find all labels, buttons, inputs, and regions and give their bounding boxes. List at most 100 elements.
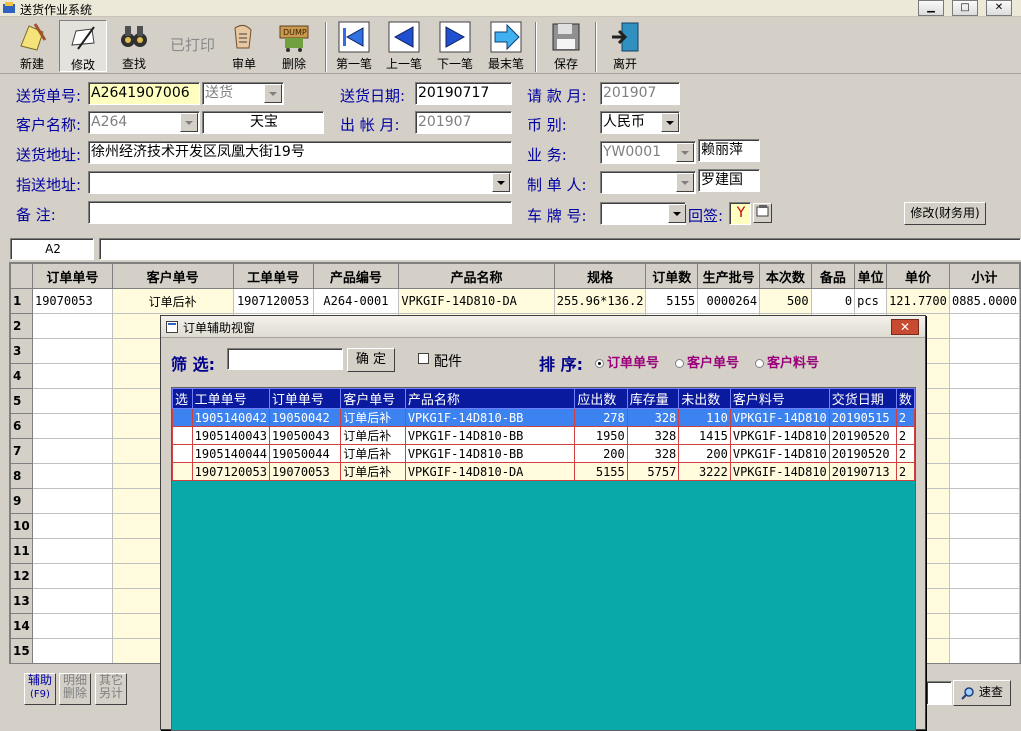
order-list-cell[interactable]: 19050044 bbox=[268, 444, 342, 463]
grid-cell[interactable]: 121.7700 bbox=[886, 288, 950, 314]
grid-cell[interactable]: 255.96*136.2 bbox=[553, 288, 647, 314]
quick-search-button[interactable]: 速查 bbox=[953, 680, 1011, 706]
grid-header-cell[interactable]: 本次数 bbox=[759, 263, 812, 289]
order-list-cell[interactable]: 19070053 bbox=[268, 462, 342, 481]
order-list-cell[interactable]: 20190515 bbox=[828, 408, 897, 427]
order-list-cell[interactable]: 1905140043 bbox=[191, 426, 270, 445]
order-list-cell[interactable]: VPKGIF-14D810 bbox=[729, 462, 830, 481]
maximize-button[interactable]: □ bbox=[952, 0, 978, 16]
grid-cell[interactable] bbox=[948, 613, 1020, 639]
prev-record-button[interactable]: 上一笔 bbox=[380, 20, 428, 72]
customer-dropdown[interactable] bbox=[180, 113, 198, 132]
grid-header-cell[interactable]: 产品编号 bbox=[312, 263, 400, 289]
grid-cell[interactable] bbox=[948, 338, 1020, 364]
order-list-header-cell[interactable]: 客户料号 bbox=[729, 388, 830, 409]
grid-cell[interactable]: 5155 bbox=[645, 288, 699, 314]
first-record-button[interactable]: 第一笔 bbox=[330, 20, 378, 72]
grid-header-cell[interactable]: 生产批号 bbox=[697, 263, 761, 289]
currency-dropdown[interactable] bbox=[661, 113, 679, 132]
exit-button[interactable]: 离开 bbox=[601, 20, 649, 72]
plate-dropdown[interactable] bbox=[668, 204, 686, 223]
order-list-cell[interactable]: 2 bbox=[895, 462, 915, 481]
receipt-lookup-button[interactable] bbox=[753, 203, 772, 223]
grid-cell[interactable] bbox=[31, 538, 113, 564]
grid-header-cell[interactable]: 规格 bbox=[553, 263, 647, 289]
order-list-cell[interactable]: VPKG1F-14D810-BB bbox=[404, 444, 576, 463]
grid-cell[interactable] bbox=[31, 413, 113, 439]
edit-finance-button[interactable]: 修改(财务用) bbox=[904, 202, 986, 225]
other-charge-button[interactable]: 其它 另计 bbox=[95, 673, 127, 705]
delivery-no-field[interactable]: A2641907006 bbox=[88, 82, 200, 105]
cell-value-field[interactable] bbox=[99, 238, 1021, 260]
last-record-button[interactable]: 最末笔 bbox=[482, 20, 530, 72]
order-list-header-cell[interactable]: 库存量 bbox=[626, 388, 680, 409]
grid-cell[interactable]: VPKGIF-14D810-DA bbox=[398, 288, 555, 314]
grid-cell[interactable] bbox=[948, 313, 1020, 339]
order-list-cell[interactable]: 1905140042 bbox=[191, 408, 270, 427]
grid-cell[interactable]: 0885.0000 bbox=[948, 288, 1020, 314]
maker-dropdown[interactable] bbox=[676, 173, 694, 192]
order-list-cell[interactable]: 20190713 bbox=[828, 462, 897, 481]
account-month-field[interactable]: 201907 bbox=[415, 111, 512, 134]
grid-cell[interactable] bbox=[948, 363, 1020, 389]
ship-to-dropdown[interactable] bbox=[492, 173, 510, 192]
order-list-cell[interactable]: VPKG1F-14D810 bbox=[729, 408, 830, 427]
grid-cell[interactable] bbox=[31, 638, 113, 663]
find-button[interactable]: 查找 bbox=[110, 20, 158, 72]
order-list-cell[interactable]: VPKG1F-14D810-BB bbox=[404, 426, 576, 445]
ship-to-field[interactable] bbox=[88, 171, 512, 194]
order-list-row[interactable]: 1905140044 19050044 订单后补 VPKG1F-14D810-BB 20… bbox=[172, 444, 915, 463]
grid-cell[interactable]: pcs bbox=[854, 288, 888, 314]
grid-header-cell[interactable]: 小计 bbox=[948, 263, 1020, 289]
grid-cell[interactable] bbox=[31, 513, 113, 539]
order-list-header-cell[interactable]: 未出数 bbox=[678, 388, 731, 409]
maker-name-field[interactable]: 罗建国 bbox=[698, 169, 760, 192]
grid-header-cell[interactable]: 产品名称 bbox=[398, 263, 555, 289]
order-list-row[interactable]: 1905140042 19050042 订单后补 VPKG1F-14D810-BB 27… bbox=[172, 408, 915, 427]
remark-field[interactable] bbox=[88, 201, 512, 224]
cell-ref-field[interactable]: A2 bbox=[10, 238, 94, 260]
order-list-cell[interactable]: 订单后补 bbox=[340, 462, 406, 481]
delivery-date-field[interactable]: 20190717 bbox=[415, 82, 512, 105]
order-list-header-cell[interactable]: 数 bbox=[895, 388, 915, 409]
order-list-cell[interactable]: VPKG1F-14D810-BB bbox=[404, 408, 576, 427]
grid-cell[interactable] bbox=[948, 388, 1020, 414]
order-list-cell[interactable]: 20190520 bbox=[828, 444, 897, 463]
grid-header-cell[interactable]: 工单单号 bbox=[232, 263, 314, 289]
grid-header-cell[interactable]: 单价 bbox=[886, 263, 950, 289]
order-list-cell[interactable]: 1415 bbox=[678, 426, 731, 445]
order-list-cell[interactable]: 200 bbox=[574, 444, 628, 463]
sales-dropdown[interactable] bbox=[676, 143, 694, 162]
next-record-button[interactable]: 下一笔 bbox=[431, 20, 479, 72]
delivery-type-dropdown[interactable] bbox=[264, 84, 282, 103]
order-list-cell[interactable]: 110 bbox=[678, 408, 731, 427]
grid-cell[interactable] bbox=[948, 563, 1020, 589]
order-list-cell[interactable]: 328 bbox=[626, 444, 680, 463]
grid-cell[interactable] bbox=[31, 463, 113, 489]
filter-confirm-button[interactable]: 确 定 bbox=[347, 348, 395, 372]
order-list-cell[interactable]: VPKG1F-14D810 bbox=[729, 426, 830, 445]
customer-name-field[interactable]: 天宝 bbox=[202, 111, 324, 134]
order-list-cell[interactable]: 20190520 bbox=[828, 426, 897, 445]
grid-cell[interactable] bbox=[31, 388, 113, 414]
order-list-header-cell[interactable]: 工单单号 bbox=[191, 388, 270, 409]
edit-button[interactable]: 修改 bbox=[59, 20, 107, 72]
sales-name-field[interactable]: 赖丽萍 bbox=[698, 139, 760, 162]
grid-cell[interactable]: 19070053 bbox=[31, 288, 113, 314]
select-cell[interactable] bbox=[172, 462, 193, 481]
close-button[interactable]: ✕ bbox=[986, 0, 1012, 16]
order-list-header-cell[interactable]: 产品名称 bbox=[404, 388, 576, 409]
order-list-cell[interactable]: 2 bbox=[895, 444, 915, 463]
order-list-cell[interactable]: 订单后补 bbox=[340, 426, 406, 445]
grid-cell[interactable] bbox=[31, 563, 113, 589]
select-cell[interactable] bbox=[172, 444, 193, 463]
assist-button[interactable]: 辅助 (F9) bbox=[24, 673, 56, 705]
order-list-cell[interactable]: 328 bbox=[626, 408, 680, 427]
receipt-field[interactable]: Y bbox=[729, 202, 751, 225]
order-list-cell[interactable]: 订单后补 bbox=[340, 444, 406, 463]
order-list-row[interactable]: 1905140043 19050043 订单后补 VPKG1F-14D810-BB 19… bbox=[172, 426, 915, 445]
order-list-cell[interactable]: 2 bbox=[895, 408, 915, 427]
order-list-cell[interactable]: 278 bbox=[574, 408, 628, 427]
grid-cell[interactable] bbox=[948, 638, 1020, 663]
order-list-cell[interactable]: VPKGIF-14D810-DA bbox=[404, 462, 576, 481]
